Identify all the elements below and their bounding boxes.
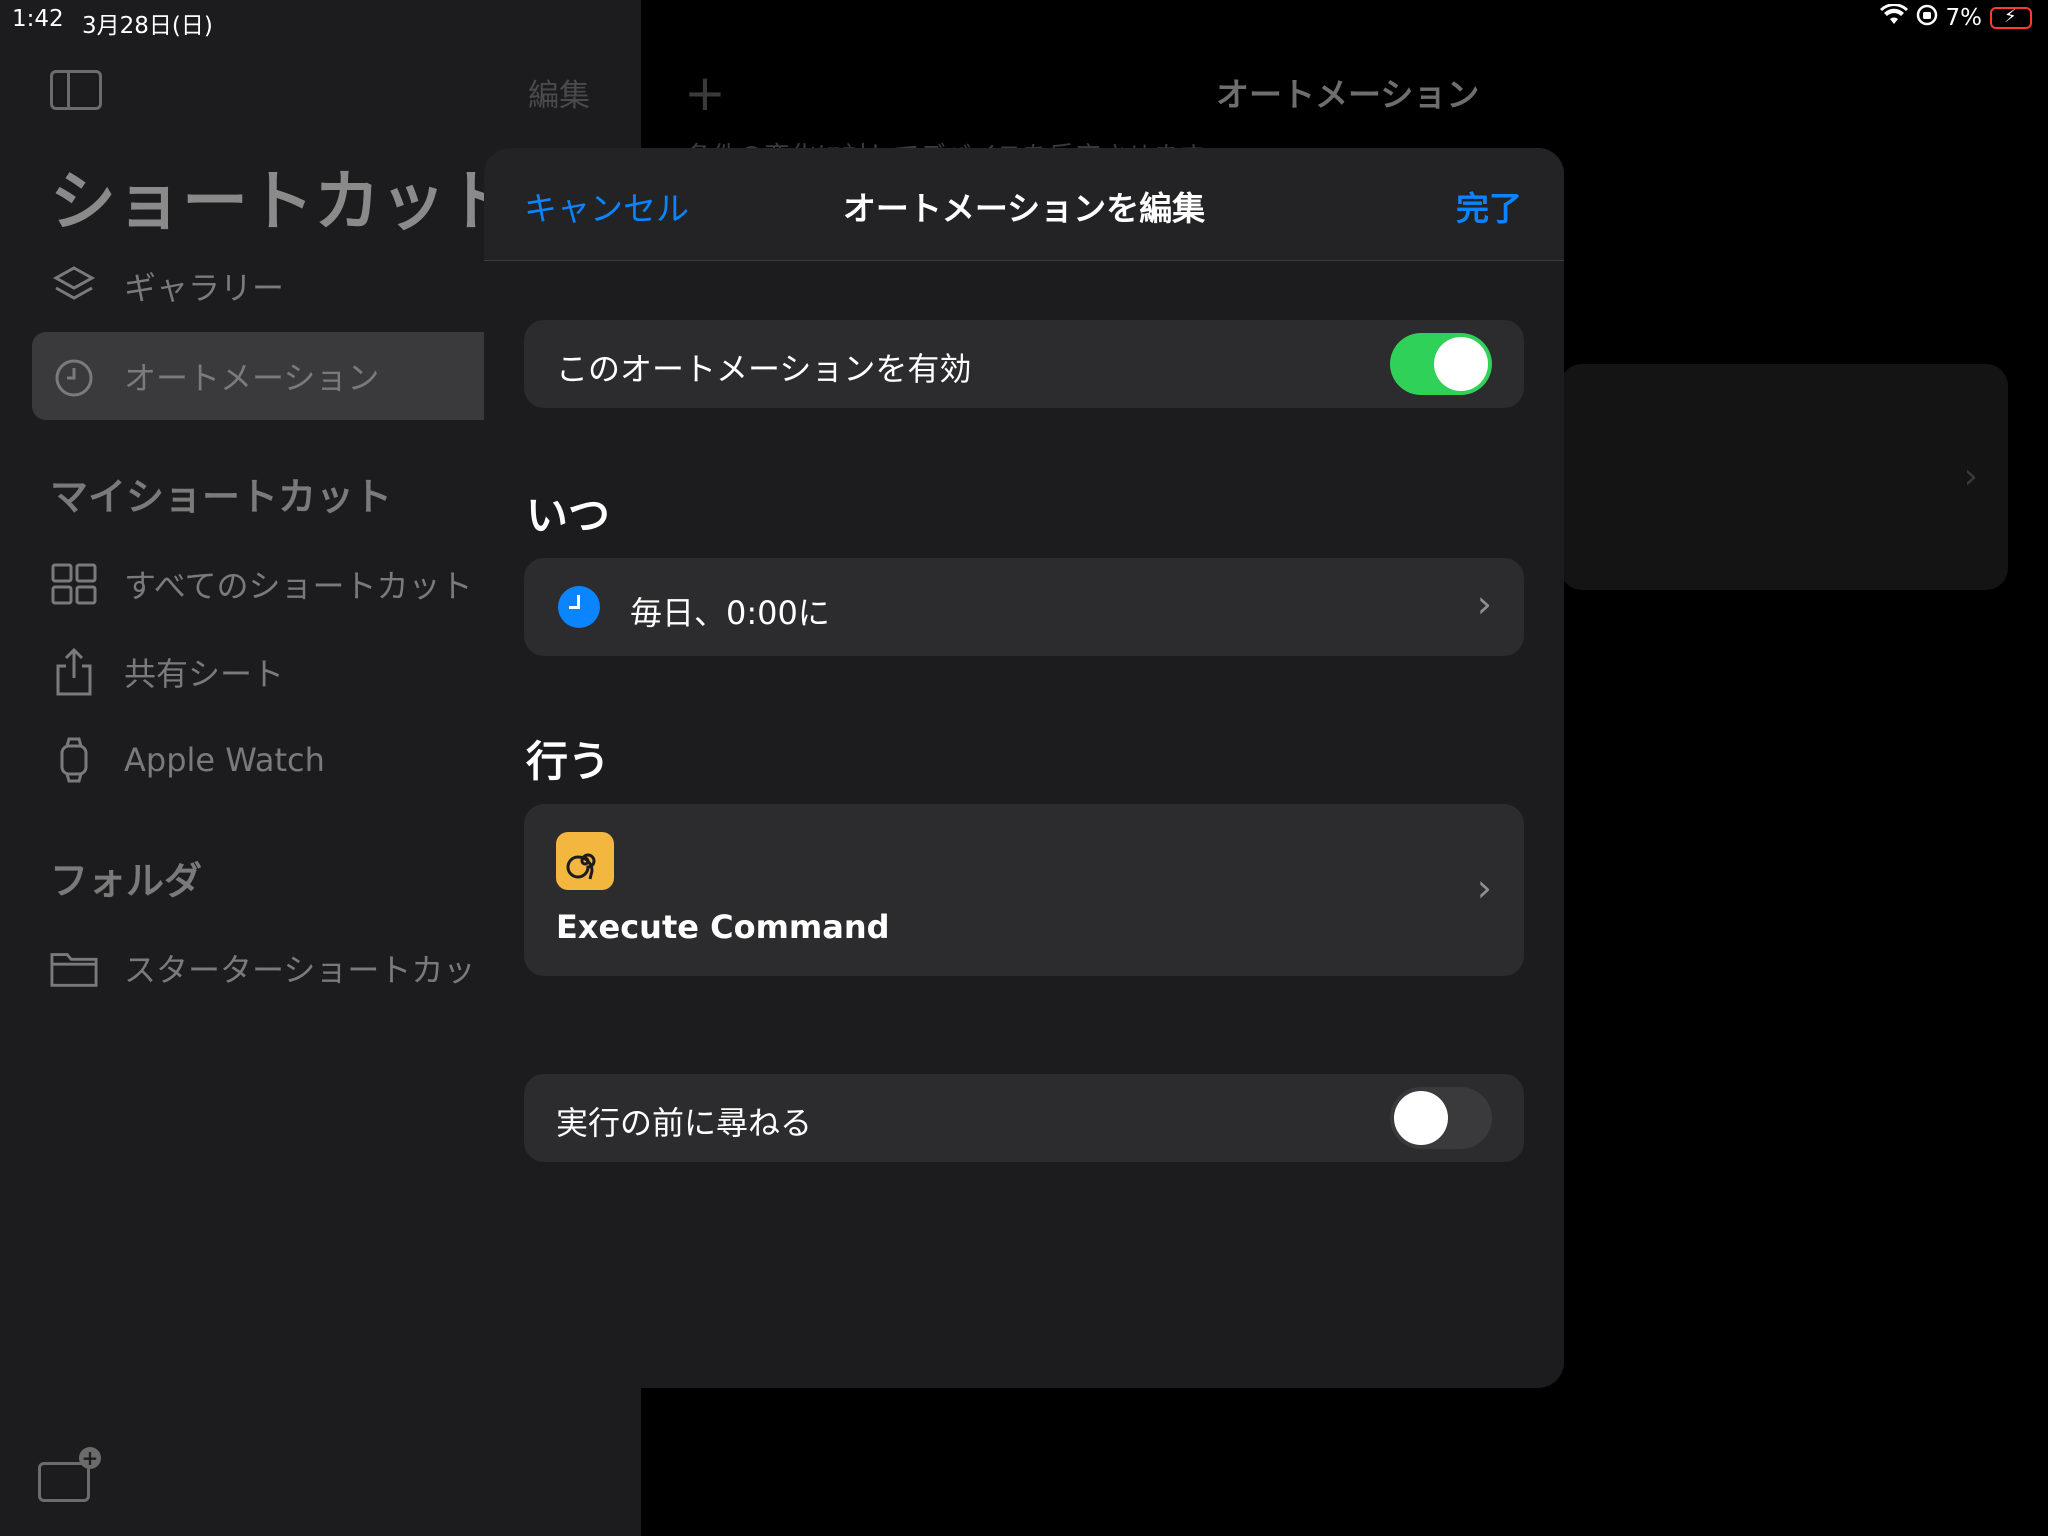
clock-icon	[50, 352, 98, 400]
watch-icon	[50, 736, 98, 784]
wifi-icon	[1879, 3, 1908, 32]
trigger-label: 毎日、0:00に	[630, 594, 830, 632]
action-label: Execute Command	[556, 908, 890, 946]
sheet-header: キャンセル オートメーションを編集 完了	[484, 148, 1564, 261]
automation-card[interactable]: ›	[1560, 364, 2008, 590]
enable-automation-toggle[interactable]	[1390, 333, 1492, 395]
chevron-right-icon: ›	[1476, 582, 1492, 626]
status-bar: 1:42 3月28日(日) 7% ⚡	[0, 0, 2048, 40]
sheet-title: オートメーションを編集	[842, 189, 1206, 228]
action-row[interactable]: Execute Command ›	[524, 804, 1524, 976]
sidebar-item-label: スターターショートカット	[124, 951, 508, 989]
ask-before-running-row: 実行の前に尋ねる	[524, 1074, 1524, 1162]
battery-percent: 7%	[1945, 5, 1983, 31]
add-automation-button[interactable]: +	[684, 64, 726, 122]
toggle-knob	[1394, 1091, 1448, 1145]
sidebar-item-label: オートメーション	[124, 359, 380, 397]
new-folder-icon[interactable]	[38, 1447, 101, 1502]
status-right: 7% ⚡	[1879, 3, 2032, 32]
sidebar-toggle-icon[interactable]	[50, 70, 102, 110]
sidebar-item-label: すべてのショートカット	[124, 567, 473, 605]
clock-icon	[558, 586, 600, 628]
orientation-lock-icon	[1916, 4, 1938, 32]
sidebar-item-starter-folder[interactable]: スターターショートカット	[50, 938, 507, 998]
ask-before-running-label: 実行の前に尋ねる	[556, 1104, 813, 1142]
sidebar-item-gallery[interactable]: ギャラリー	[50, 256, 284, 316]
main-title: オートメーション	[1216, 75, 1480, 114]
status-time: 1:42	[12, 6, 64, 32]
sidebar-title: ショートカット	[50, 163, 512, 240]
chevron-right-icon: ›	[1963, 456, 1978, 497]
done-button[interactable]: 完了	[1456, 182, 1522, 230]
sidebar-edit-button[interactable]: 編集	[528, 70, 590, 115]
toggle-knob	[1434, 337, 1488, 391]
enable-automation-row: このオートメーションを有効	[524, 320, 1524, 408]
spiral-app-icon	[556, 832, 614, 890]
my-shortcuts-header: マイショートカット	[50, 475, 393, 519]
folder-icon	[50, 944, 98, 992]
when-header: いつ	[526, 491, 611, 540]
sidebar-item-automation[interactable]: オートメーション	[50, 346, 379, 406]
share-icon	[50, 648, 98, 696]
edit-automation-sheet: キャンセル オートメーションを編集 完了 このオートメーションを有効 いつ 毎日…	[484, 148, 1564, 1388]
sidebar-item-apple-watch[interactable]: Apple Watch	[50, 730, 325, 790]
sidebar-item-label: 共有シート	[124, 655, 285, 693]
sidebar-item-share-sheet[interactable]: 共有シート	[50, 642, 284, 702]
chevron-right-icon: ›	[1476, 866, 1492, 910]
enable-automation-label: このオートメーションを有効	[556, 350, 972, 388]
screen: 1:42 3月28日(日) 7% ⚡ 編集 ショートカット ギャラリー オートメ…	[0, 0, 2048, 1536]
trigger-row[interactable]: 毎日、0:00に ›	[524, 558, 1524, 656]
sidebar-item-label: ギャラリー	[124, 269, 285, 307]
battery-icon: ⚡	[1990, 6, 2032, 29]
status-date: 3月28日(日)	[82, 13, 213, 39]
sidebar-item-label: Apple Watch	[124, 741, 325, 779]
sidebar-item-all-shortcuts[interactable]: すべてのショートカット	[50, 554, 472, 614]
layers-icon	[50, 262, 98, 310]
ask-before-running-toggle[interactable]	[1390, 1087, 1492, 1149]
grid-icon	[50, 560, 98, 608]
do-header: 行う	[526, 737, 611, 786]
folders-header: フォルダ	[50, 859, 203, 903]
